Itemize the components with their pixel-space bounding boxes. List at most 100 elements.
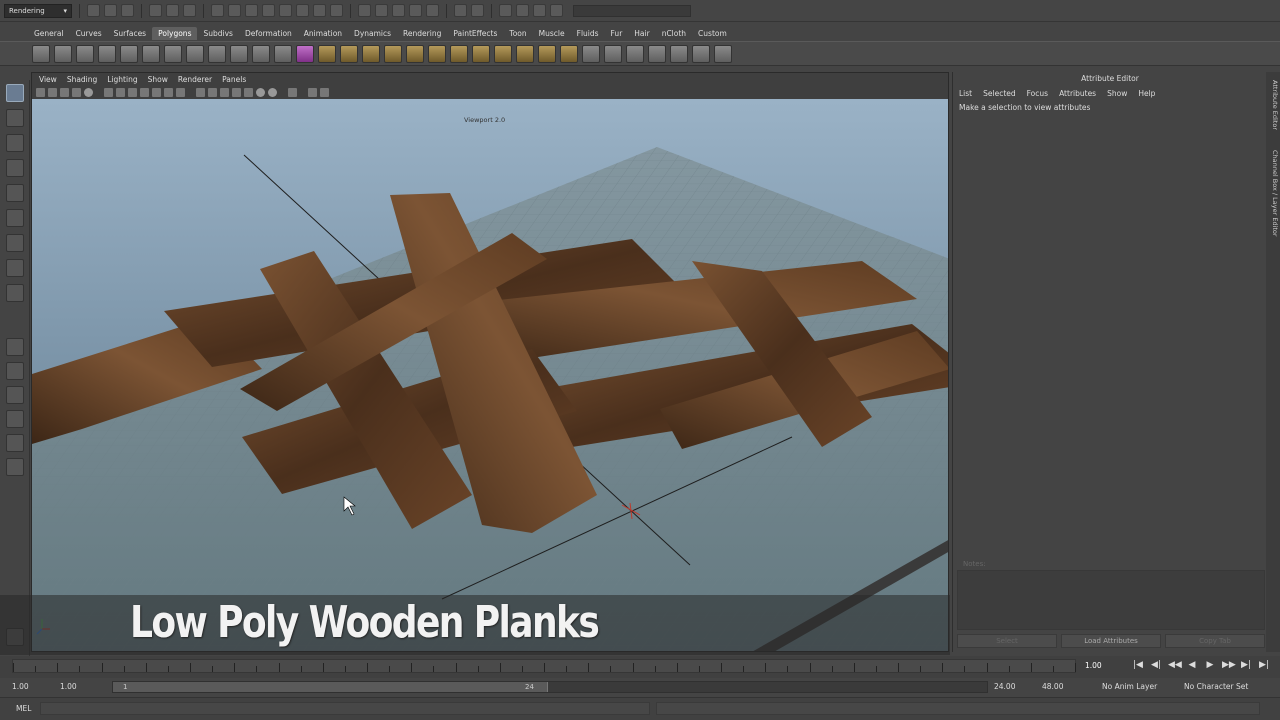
make-live-icon[interactable] (426, 4, 439, 17)
shelf-tab-deformation[interactable]: Deformation (239, 27, 298, 40)
persp-uv-layout-icon[interactable] (6, 458, 24, 476)
select-component-icon[interactable] (183, 4, 196, 17)
mask-deformations-icon[interactable] (279, 4, 292, 17)
ae-menu-help[interactable]: Help (1138, 88, 1161, 99)
persp-outliner-layout-icon[interactable] (6, 386, 24, 404)
select-button[interactable]: Select (957, 634, 1057, 648)
uv-checker-icon[interactable] (692, 44, 710, 63)
poly-torus-icon[interactable] (142, 44, 160, 63)
poly-plane-icon[interactable] (120, 44, 138, 63)
lasso-tool-icon[interactable] (6, 109, 24, 127)
extrude-icon[interactable] (560, 44, 578, 63)
shelf-tab-ncloth[interactable]: nCloth (656, 27, 692, 40)
step-forward-key-button[interactable]: ▶▶ (1222, 660, 1236, 670)
hypershade-icon[interactable] (533, 4, 546, 17)
poly-cylinder-icon[interactable] (76, 44, 94, 63)
select-object-icon[interactable] (166, 4, 179, 17)
viewport-menu-renderer[interactable]: Renderer (173, 73, 217, 86)
step-forward-frame-button[interactable]: ▶| (1240, 660, 1252, 670)
mask-curves-icon[interactable] (245, 4, 258, 17)
range-slider-handle[interactable]: 1 24 (113, 682, 548, 692)
image-plane-icon[interactable] (72, 87, 81, 97)
shelf-tab-curves[interactable]: Curves (70, 27, 108, 40)
poly-cone-icon[interactable] (98, 44, 116, 63)
poly-pyramid-icon[interactable] (186, 44, 204, 63)
resolution-gate-icon[interactable] (128, 87, 137, 97)
quadrangulate-icon[interactable] (472, 44, 490, 63)
shelf-tab-custom[interactable]: Custom (692, 27, 733, 40)
persp-hypershade-layout-icon[interactable] (6, 434, 24, 452)
shadows-icon[interactable] (268, 87, 277, 97)
uv-editor-icon[interactable] (714, 44, 732, 63)
step-back-frame-button[interactable]: ◀| (1150, 660, 1162, 670)
notes-field[interactable] (957, 570, 1265, 630)
new-scene-icon[interactable] (87, 4, 100, 17)
side-tab-attribute-editor[interactable]: Attribute Editor (1267, 80, 1279, 130)
play-forwards-button[interactable]: ▶ (1204, 660, 1216, 670)
viewport-menu-show[interactable]: Show (143, 73, 173, 86)
current-time-field[interactable]: 1.00 (1085, 661, 1102, 670)
copy-tab-button[interactable]: Copy Tab (1165, 634, 1265, 648)
shelf-tab-hair[interactable]: Hair (628, 27, 655, 40)
insert-edge-loop-icon[interactable] (648, 44, 666, 63)
shelf-tab-painteffects[interactable]: PaintEffects (447, 27, 503, 40)
offset-edge-loop-icon[interactable] (670, 44, 688, 63)
lights-icon[interactable] (256, 87, 265, 97)
fill-hole-icon[interactable] (494, 44, 512, 63)
viewport-3d-scene[interactable] (32, 99, 949, 652)
ae-menu-show[interactable]: Show (1107, 88, 1133, 99)
select-camera-icon[interactable] (36, 87, 45, 97)
shelf-tab-polygons[interactable]: Polygons (152, 26, 198, 40)
bridge-icon[interactable] (582, 44, 600, 63)
end-time-field[interactable]: 48.00 (1040, 681, 1084, 693)
two-d-pan-zoom-icon[interactable] (84, 87, 93, 97)
append-polygon-icon[interactable] (604, 44, 622, 63)
start-time-field[interactable]: 1.00 (10, 681, 54, 693)
poly-soccer-ball-icon[interactable] (252, 44, 270, 63)
render-settings-icon[interactable] (516, 4, 529, 17)
last-tool-icon[interactable] (6, 284, 24, 302)
combine-icon[interactable] (296, 44, 314, 63)
wireframe-on-shaded-icon[interactable] (220, 87, 229, 97)
playback-start-field[interactable]: 1.00 (58, 681, 102, 693)
range-slider-bar[interactable]: 1 24 (112, 681, 988, 693)
menuset-dropdown[interactable]: Rendering ▾ (4, 3, 72, 18)
play-backwards-button[interactable]: ◀ (1186, 660, 1198, 670)
cleanup-icon[interactable] (428, 44, 446, 63)
shelf-tab-toon[interactable]: Toon (503, 27, 532, 40)
smooth-icon[interactable] (384, 44, 402, 63)
four-view-layout-icon[interactable] (6, 362, 24, 380)
move-tool-icon[interactable] (6, 159, 24, 177)
shelf-tab-animation[interactable]: Animation (298, 27, 348, 40)
snap-grid-icon[interactable] (358, 4, 371, 17)
scale-tool-icon[interactable] (6, 209, 24, 227)
history-icon[interactable] (454, 4, 467, 17)
ae-menu-attributes[interactable]: Attributes (1059, 88, 1102, 99)
extract-icon[interactable] (340, 44, 358, 63)
go-to-start-button[interactable]: |◀ (1132, 660, 1144, 670)
mask-dynamics-icon[interactable] (296, 4, 309, 17)
save-scene-icon[interactable] (121, 4, 134, 17)
ae-menu-focus[interactable]: Focus (1027, 88, 1054, 99)
shelf-tab-muscle[interactable]: Muscle (533, 27, 571, 40)
safe-title-icon[interactable] (176, 87, 185, 97)
poly-pipe-icon[interactable] (208, 44, 226, 63)
triangulate-icon[interactable] (450, 44, 468, 63)
quick-command-field[interactable] (573, 4, 691, 17)
select-hierarchy-icon[interactable] (149, 4, 162, 17)
xray-icon[interactable] (232, 87, 241, 97)
film-gate-icon[interactable] (116, 87, 125, 97)
separate-icon[interactable] (318, 44, 336, 63)
gate-mask-icon[interactable] (140, 87, 149, 97)
character-set-dropdown[interactable]: No Character Set (1182, 681, 1264, 693)
mask-surfaces-icon[interactable] (262, 4, 275, 17)
ipr-render-icon[interactable] (499, 4, 512, 17)
universal-manipulator-icon[interactable] (6, 234, 24, 252)
safe-action-icon[interactable] (164, 87, 173, 97)
shelf-tab-rendering[interactable]: Rendering (397, 27, 447, 40)
shelf-tab-subdivs[interactable]: Subdivs (197, 27, 238, 40)
viewport-menu-lighting[interactable]: Lighting (102, 73, 142, 86)
lock-icon[interactable] (330, 4, 343, 17)
smooth-shade-icon[interactable] (208, 87, 217, 97)
share-icon[interactable] (320, 87, 329, 97)
